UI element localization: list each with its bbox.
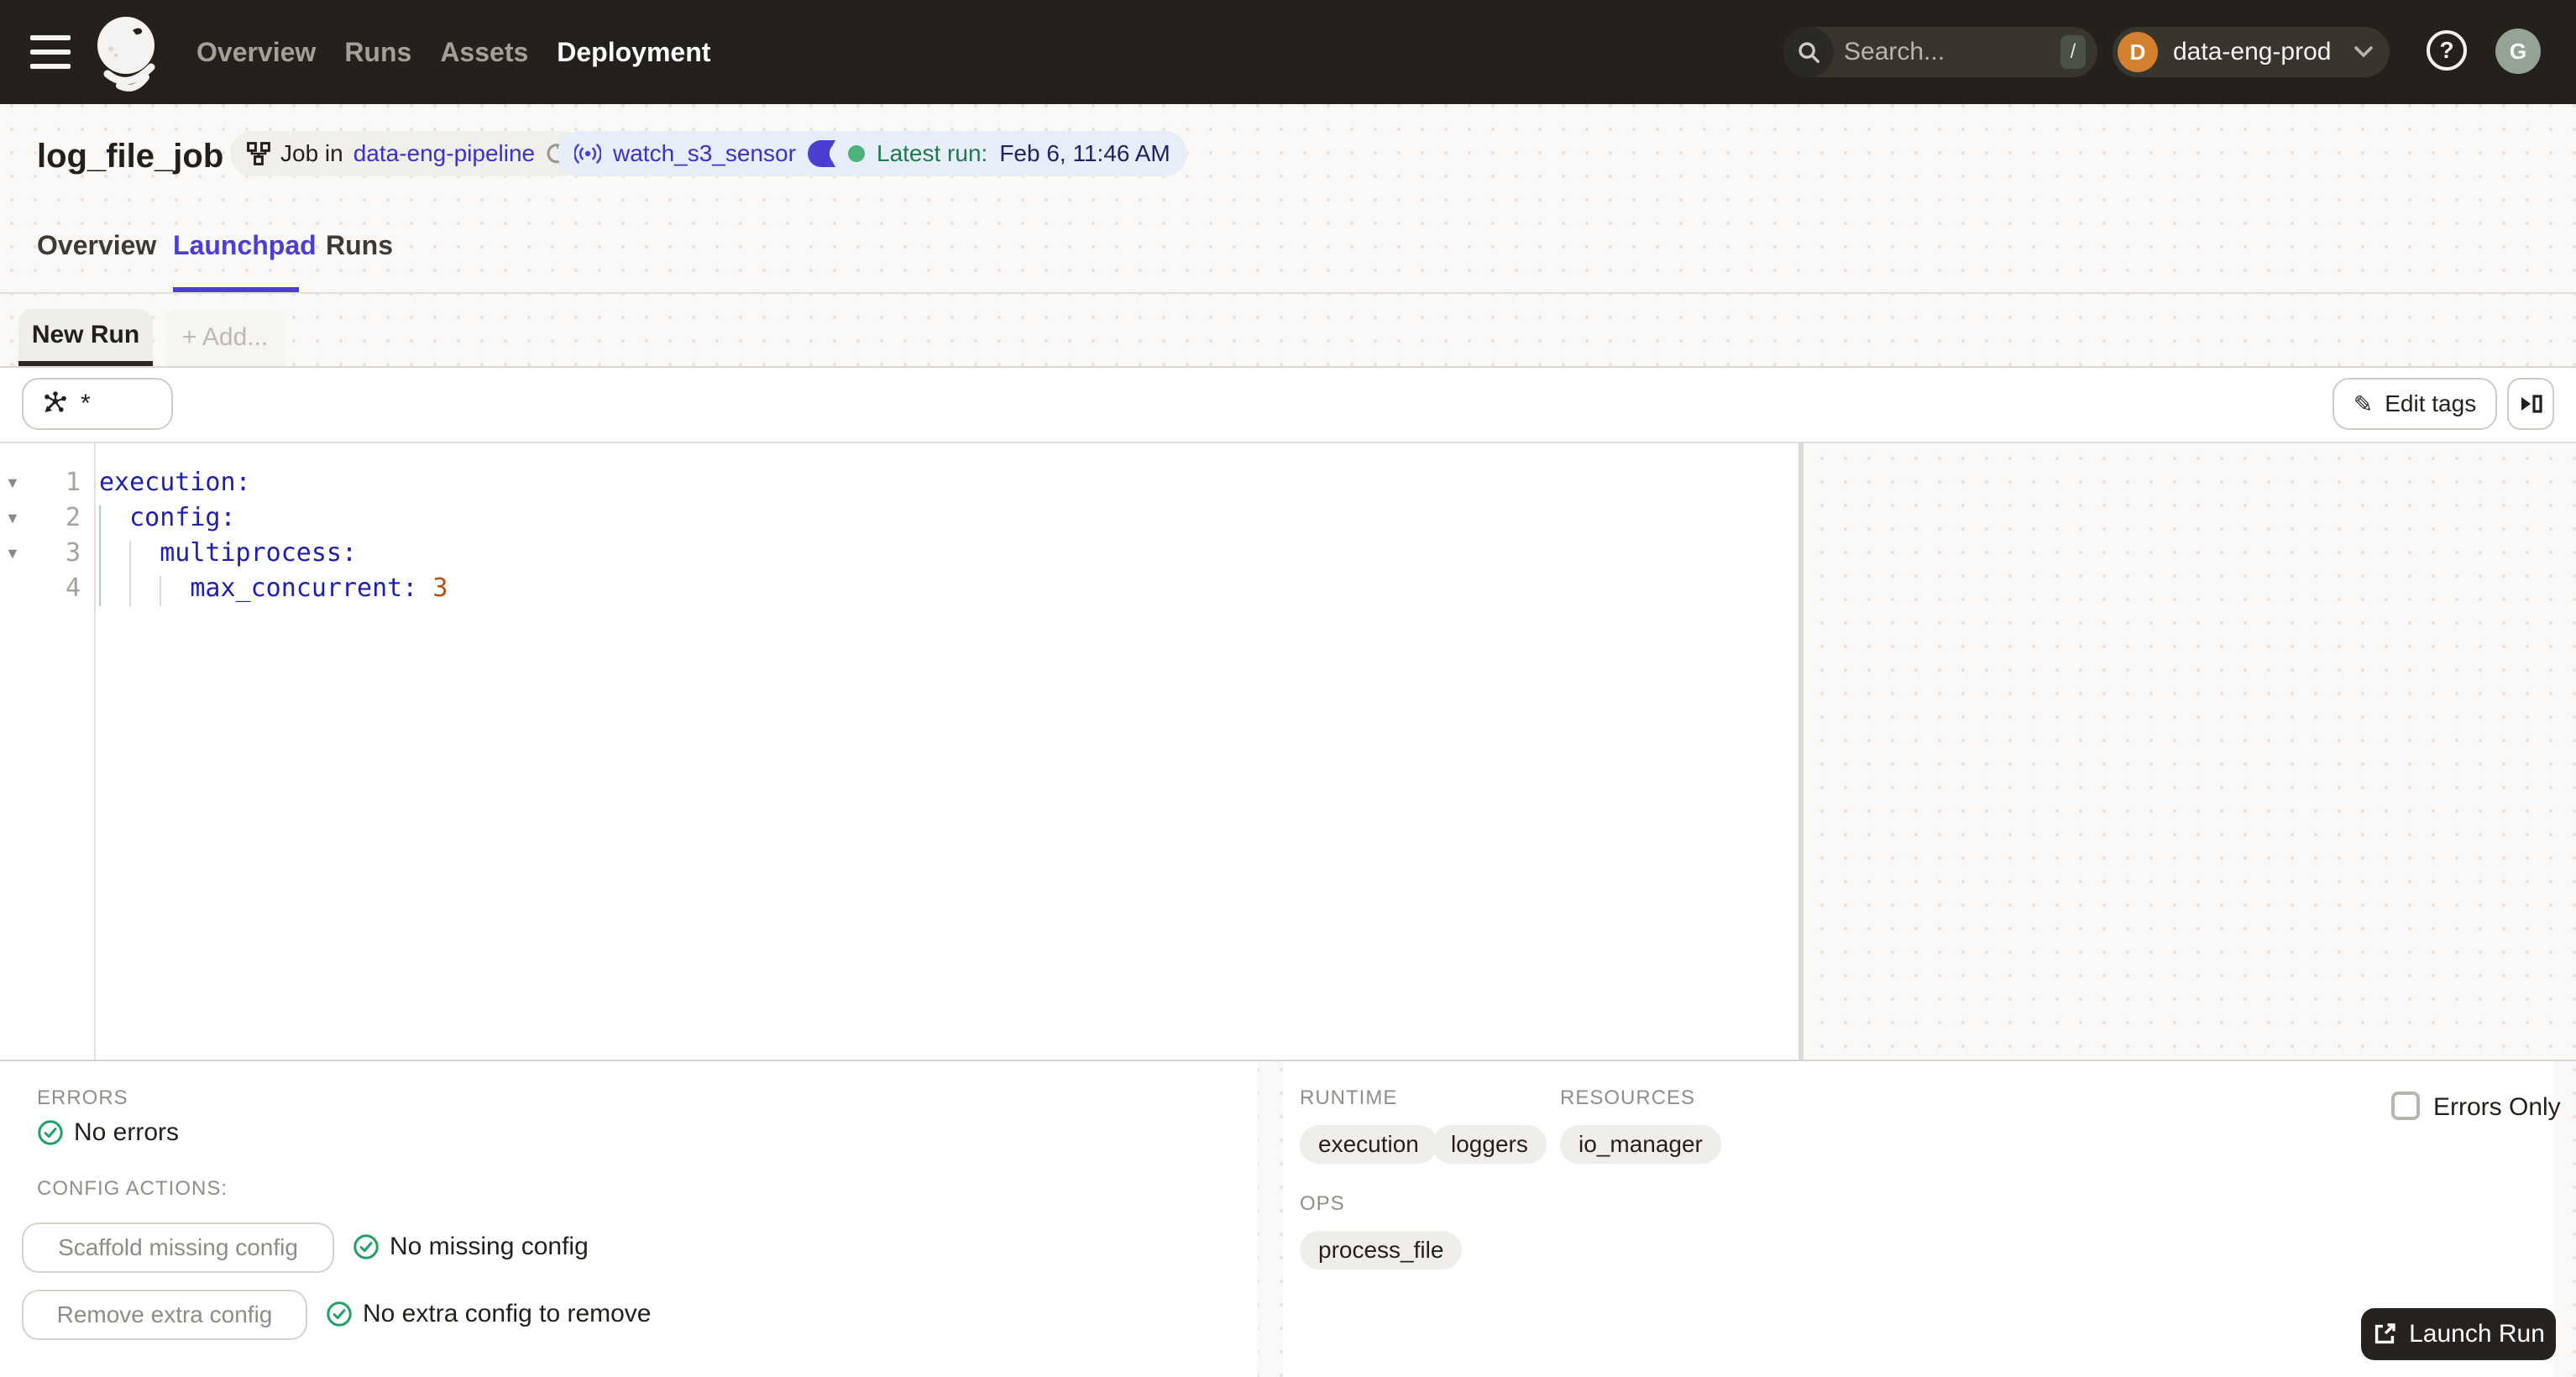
- resource-chip[interactable]: io_manager: [1560, 1125, 1721, 1164]
- search-shortcut-key: /: [2060, 35, 2086, 69]
- launchpad-page: Overview Runs Assets Deployment Search..…: [0, 0, 2576, 1377]
- user-avatar[interactable]: G: [2495, 29, 2541, 74]
- runtime-chip[interactable]: execution: [1300, 1125, 1437, 1164]
- errors-only-label: Errors Only: [2433, 1093, 2561, 1121]
- check-circle-icon: [327, 1301, 352, 1327]
- launch-icon: [2374, 1323, 2395, 1344]
- op-graph-icon: [45, 391, 66, 412]
- nav-deployment[interactable]: Deployment: [557, 37, 710, 68]
- chevron-down-icon: [2354, 46, 2373, 58]
- launch-run-button[interactable]: Launch Run: [2361, 1308, 2556, 1360]
- edit-tags-button[interactable]: ✎ Edit tags: [2333, 378, 2497, 430]
- scaffold-missing-config-button[interactable]: Scaffold missing config: [22, 1223, 334, 1273]
- tab-overview[interactable]: Overview: [37, 230, 156, 261]
- no-missing-config-text: No missing config: [390, 1233, 589, 1260]
- org-switcher[interactable]: D data-eng-prod: [2113, 27, 2390, 77]
- yaml-key: max_concurrent:: [99, 573, 433, 603]
- indent-guide: [99, 505, 101, 606]
- nav-overview[interactable]: Overview: [196, 37, 316, 68]
- resources-section-label: RESOURCES: [1560, 1086, 1696, 1109]
- op-selection-button[interactable]: *: [22, 378, 173, 430]
- config-editor[interactable]: ▼ 1 execution: ▼ 2 config: ▼ 3 multiproc…: [0, 443, 1798, 1060]
- line-number: 1: [65, 468, 81, 497]
- no-errors-status: No errors: [37, 1118, 179, 1147]
- yaml-key: multiprocess:: [99, 538, 358, 568]
- check-circle-icon: [38, 1120, 63, 1145]
- dagster-logo-icon[interactable]: [91, 12, 168, 99]
- code-line[interactable]: ▼ 2 config:: [0, 500, 1798, 536]
- page-title: log_file_job: [37, 138, 224, 175]
- search-placeholder: Search...: [1844, 38, 1945, 65]
- org-name: data-eng-prod: [2173, 38, 2332, 65]
- op-chip[interactable]: process_file: [1300, 1231, 1463, 1270]
- yaml-key: config:: [99, 503, 236, 532]
- job-pill-prefix: Job in: [280, 140, 343, 166]
- runtime-chip[interactable]: loggers: [1432, 1125, 1547, 1164]
- help-icon[interactable]: ?: [2427, 30, 2467, 71]
- sensor-link[interactable]: watch_s3_sensor: [613, 140, 796, 167]
- nav-assets[interactable]: Assets: [440, 37, 528, 68]
- no-extra-config-status: No extra config to remove: [326, 1300, 652, 1328]
- expand-panel-icon: [2521, 395, 2542, 413]
- code-line[interactable]: ▼ 1 execution:: [0, 465, 1798, 500]
- search-icon: [1783, 27, 1834, 77]
- config-actions-label: CONFIG ACTIONS:: [37, 1177, 228, 1200]
- run-config-tab-new-run[interactable]: New Run: [18, 309, 153, 366]
- line-number: 3: [65, 538, 81, 568]
- code-line[interactable]: 4 max_concurrent: 3: [0, 571, 1798, 606]
- errors-only-checkbox[interactable]: [2391, 1092, 2420, 1120]
- remove-extra-config-button[interactable]: Remove extra config: [22, 1290, 307, 1340]
- split-pane-divider[interactable]: [1798, 443, 1804, 1060]
- indent-guide: [160, 576, 161, 606]
- workflow-icon: [247, 142, 270, 165]
- check-circle-icon: [353, 1234, 379, 1259]
- latest-run-link[interactable]: Feb 6, 11:46 AM: [999, 140, 1170, 167]
- sensor-pill: watch_s3_sensor: [558, 131, 872, 176]
- errors-section-label: ERRORS: [37, 1086, 128, 1109]
- pencil-icon: ✎: [2353, 390, 2374, 417]
- launch-run-label: Launch Run: [2409, 1320, 2545, 1348]
- nav-runs[interactable]: Runs: [344, 37, 411, 68]
- main-nav: Overview Runs Assets Deployment: [196, 0, 710, 104]
- yaml-value: 3: [432, 573, 448, 603]
- op-selection-value: *: [81, 390, 91, 417]
- top-bar: Overview Runs Assets Deployment Search..…: [0, 0, 2576, 104]
- run-status-dot: [848, 145, 865, 162]
- job-pill: Job in data-eng-pipeline: [230, 131, 586, 176]
- edit-tags-label: Edit tags: [2385, 390, 2477, 416]
- line-number: 4: [65, 573, 81, 603]
- pipeline-link[interactable]: data-eng-pipeline: [353, 140, 535, 167]
- yaml-key: execution:: [99, 468, 251, 497]
- hamburger-menu-icon[interactable]: [30, 35, 74, 69]
- ops-section-label: OPS: [1300, 1192, 1345, 1215]
- sensor-icon: [574, 144, 601, 164]
- indent-guide: [129, 541, 131, 606]
- latest-run-pill: Latest run: Feb 6, 11:46 AM: [831, 131, 1187, 176]
- tab-runs[interactable]: Runs: [326, 230, 393, 261]
- runtime-section-label: RUNTIME: [1300, 1086, 1398, 1109]
- search-input[interactable]: Search... /: [1783, 27, 2097, 77]
- org-avatar: D: [2118, 32, 2158, 72]
- launchpad-toolbar: * ✎ Edit tags: [0, 368, 2576, 443]
- tab-launchpad[interactable]: Launchpad: [173, 230, 317, 261]
- toggle-preview-panel-button[interactable]: [2507, 378, 2554, 430]
- line-number: 2: [65, 503, 81, 532]
- no-errors-text: No errors: [74, 1118, 180, 1146]
- code-line[interactable]: ▼ 3 multiprocess:: [0, 536, 1798, 571]
- no-missing-config-status: No missing config: [353, 1233, 589, 1261]
- no-extra-config-text: No extra config to remove: [363, 1300, 652, 1327]
- latest-run-label: Latest run:: [877, 140, 988, 166]
- tabs-divider: [0, 292, 2576, 294]
- add-config-tab-button[interactable]: + Add...: [165, 309, 285, 366]
